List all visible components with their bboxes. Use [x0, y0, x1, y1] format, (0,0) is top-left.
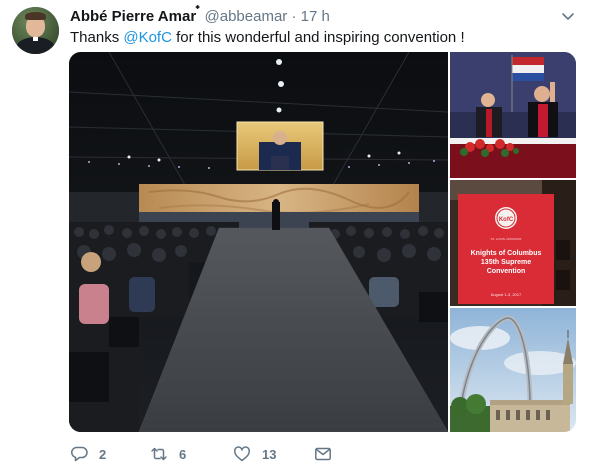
photo-convention-banner[interactable]: KofC ST. LOUIS, MISSOURI Knights of Colu…	[450, 180, 576, 306]
direct-message-button[interactable]	[314, 444, 332, 464]
tweet[interactable]: Abbé Pierre Amar ๋ @abbeamar · 17 h Than…	[0, 0, 591, 466]
mention-link[interactable]: @KofC	[123, 29, 172, 46]
retweet-button[interactable]: 6	[150, 444, 186, 464]
user-handle[interactable]: @abbeamar	[205, 8, 288, 25]
convention-banner-image: KofC ST. LOUIS, MISSOURI Knights of Colu…	[450, 180, 576, 306]
avatar-hair	[25, 12, 46, 20]
avatar[interactable]	[12, 7, 59, 54]
photo-convention-hall[interactable]	[69, 52, 448, 432]
reply-icon	[70, 446, 88, 462]
tweet-text-after: for this wonderful and inspiring convent…	[171, 29, 465, 46]
like-count: 13	[262, 446, 277, 462]
display-name-suffix: ๋	[196, 8, 201, 25]
like-button[interactable]: 13	[233, 444, 276, 464]
retweet-icon	[151, 447, 167, 461]
media-grid: KofC ST. LOUIS, MISSOURI Knights of Colu…	[69, 52, 576, 432]
banner-title-line-1: Knights of Columbus	[471, 250, 542, 257]
retweet-count: 6	[179, 446, 187, 462]
banner-title-line-2: 135th Supreme	[481, 259, 531, 266]
svg-text:KofC: KofC	[499, 217, 514, 223]
header-separator: ·	[287, 8, 301, 25]
photo-cardinals[interactable]	[450, 52, 576, 178]
envelope-icon	[315, 447, 331, 461]
convention-hall-image	[69, 52, 448, 432]
reply-button[interactable]: 2	[70, 444, 106, 464]
cardinals-image	[450, 52, 576, 178]
heart-icon	[234, 446, 250, 462]
chevron-down-icon[interactable]	[560, 8, 576, 24]
photo-gateway-arch[interactable]	[450, 308, 576, 432]
display-name[interactable]: Abbé Pierre Amar	[70, 8, 196, 25]
tweet-text: Thanks @KofC for this wonderful and insp…	[70, 28, 465, 48]
tweet-actions: 2 6 13	[70, 444, 340, 464]
banner-subtitle: ST. LOUIS, MISSOURI	[491, 237, 522, 241]
gateway-arch-image	[450, 308, 576, 432]
banner-title-line-3: Convention	[487, 268, 526, 275]
avatar-collar	[33, 37, 38, 41]
banner-date: August 1-3, 2017	[491, 292, 522, 297]
reply-count: 2	[99, 446, 107, 462]
tweet-header: Abbé Pierre Amar ๋ @abbeamar · 17 h	[70, 8, 330, 26]
tweet-timestamp[interactable]: 17 h	[301, 8, 330, 25]
tweet-text-before: Thanks	[70, 29, 124, 46]
